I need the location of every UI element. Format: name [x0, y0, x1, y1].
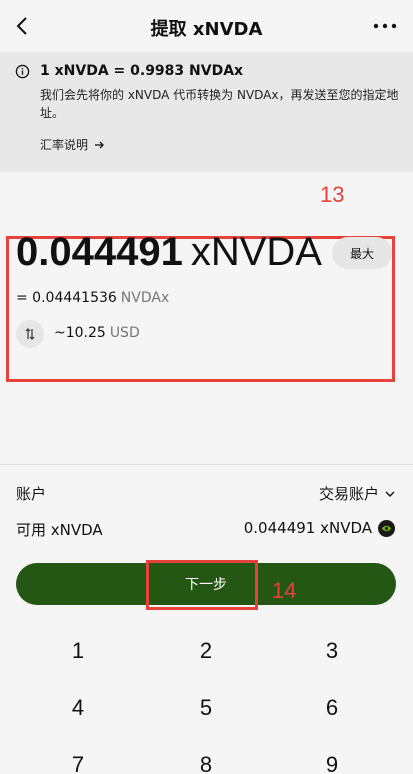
converted-amount: = 0.04441536 NVDAx [16, 290, 169, 306]
annotation-label-14: 14 [272, 578, 297, 603]
rate-explanation-link[interactable]: 汇率说明 [40, 136, 104, 153]
max-button[interactable]: 最大 [332, 237, 392, 269]
usd-value: ~10.25 [54, 325, 106, 341]
amount-display: 0.044491 xNVDA [16, 230, 322, 275]
key-7[interactable]: 7 [28, 740, 128, 774]
rate-link-label: 汇率说明 [40, 138, 89, 152]
account-value: 交易账户 [318, 485, 379, 503]
key-6[interactable]: 6 [282, 683, 382, 733]
account-selector[interactable]: 交易账户 [319, 483, 395, 504]
chevron-down-icon [385, 491, 395, 497]
info-panel: 1 xNVDA = 0.9983 NVDAx 我们会先将你的 xNVDA 代币转… [0, 52, 413, 172]
more-button[interactable] [371, 14, 399, 38]
key-4[interactable]: 4 [28, 683, 128, 733]
annotation-box-14 [146, 560, 258, 610]
usd-unit: USD [109, 325, 140, 341]
more-icon [373, 23, 397, 29]
key-9[interactable]: 9 [282, 740, 382, 774]
page-title: 提取 xNVDA [150, 19, 263, 40]
arrow-right-icon [95, 141, 104, 148]
divider [0, 464, 413, 465]
info-description: 我们会先将你的 xNVDA 代币转换为 NVDAx，再发送至您的指定地址。 [40, 88, 399, 120]
swap-icon [25, 328, 35, 340]
key-8[interactable]: 8 [156, 740, 256, 774]
swap-currency-button[interactable] [16, 320, 44, 348]
annotation-label-13: 13 [320, 182, 345, 207]
key-1[interactable]: 1 [28, 626, 128, 676]
converted-unit: NVDAx [120, 290, 170, 306]
key-2[interactable]: 2 [156, 626, 256, 676]
exchange-rate: 1 xNVDA = 0.9983 NVDAx [40, 63, 244, 79]
available-value: 0.044491 xNVDA [243, 519, 372, 537]
account-label: 账户 [16, 485, 47, 503]
key-5[interactable]: 5 [156, 683, 256, 733]
converted-value: = 0.04441536 [16, 290, 117, 306]
available-label: 可用 xNVDA [16, 521, 103, 539]
amount-unit: xNVDA [190, 230, 322, 274]
key-3[interactable]: 3 [282, 626, 382, 676]
numeric-keypad: 1 2 3 4 5 6 7 8 9 [0, 620, 413, 774]
usd-amount: ~10.25 USD [54, 325, 140, 341]
header: 提取 xNVDA [0, 0, 413, 52]
nvda-coin-icon [378, 519, 395, 537]
info-icon [15, 64, 30, 79]
amount-value: 0.044491 [16, 230, 183, 274]
available-balance: 0.044491 xNVDA [244, 519, 395, 537]
